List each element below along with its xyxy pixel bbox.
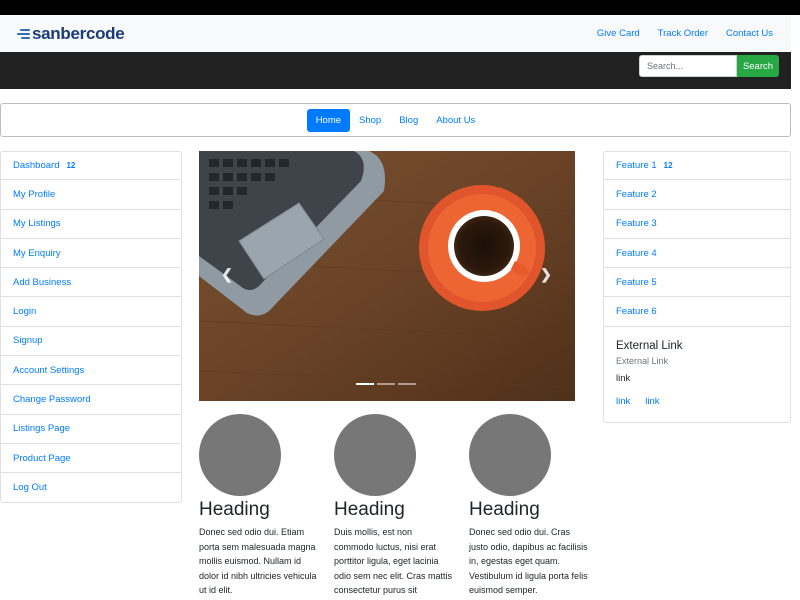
sidebar-item-listings-page[interactable]: Listings Page: [0, 414, 182, 444]
carousel-indicator-2[interactable]: [377, 383, 395, 385]
right-item-label: Feature 2: [616, 188, 657, 200]
feature-text: Donec sed odio dui. Cras justo odio, dap…: [469, 527, 588, 595]
sidebar-item-product-page[interactable]: Product Page: [0, 443, 182, 474]
nav-blog[interactable]: Blog: [390, 109, 427, 132]
search-button[interactable]: Search: [737, 55, 779, 77]
image-carousel[interactable]: ❮ ❯: [199, 151, 575, 401]
top-link-track-order[interactable]: Track Order: [658, 28, 708, 39]
sidebar-item-label: My Enquiry: [13, 247, 61, 259]
sidebar-item-label: Product Page: [13, 452, 71, 464]
sidebar-item-label: Add Business: [13, 276, 72, 288]
card-link-1[interactable]: link: [616, 396, 630, 407]
right-item-feature-6[interactable]: Feature 6: [603, 297, 791, 327]
sidebar-item-label: My Listings: [13, 218, 61, 230]
feature-text: Duis mollis, est non commodo luctus, nis…: [334, 527, 453, 595]
sidebar-item-label: Log Out: [13, 481, 47, 493]
carousel-next-icon[interactable]: ❯: [538, 266, 554, 283]
right-item-feature-1[interactable]: Feature 1 12: [603, 151, 791, 181]
sidebar-item-label: Change Password: [13, 394, 91, 406]
sidebar-item-label: Listings Page: [13, 423, 71, 435]
right-item-label: Feature 1: [616, 160, 657, 172]
top-link-give-card[interactable]: Give Card: [597, 28, 640, 39]
right-sidebar: Feature 1 12 Feature 2 Feature 3 Feature…: [603, 151, 791, 423]
brand-logo[interactable]: sanbercode: [16, 24, 125, 44]
card-text: link: [616, 372, 631, 384]
card-subtitle: External Link: [616, 355, 669, 366]
sidebar-item-dashboard[interactable]: Dashboard 12: [0, 151, 182, 181]
count-badge: 12: [66, 161, 76, 171]
sidebar-item-label: Signup: [13, 335, 43, 347]
nav-shop[interactable]: Shop: [350, 109, 390, 132]
nav-home[interactable]: Home: [306, 108, 351, 132]
carousel-indicator-3[interactable]: [398, 383, 416, 385]
carousel-indicators: [356, 383, 416, 385]
right-item-feature-5[interactable]: Feature 5: [603, 268, 791, 298]
feature-text: Donec sed odio dui. Etiam porta sem male…: [199, 527, 317, 595]
main-nav: Home Shop Blog About Us: [0, 103, 791, 137]
sidebar-item-log-out[interactable]: Log Out: [0, 473, 182, 503]
nav-about-us[interactable]: About Us: [427, 109, 484, 132]
carousel-indicator-1[interactable]: [356, 383, 374, 385]
top-link-contact-us[interactable]: Contact Us: [726, 28, 773, 39]
card-link-2[interactable]: link: [645, 396, 659, 407]
feature-column-1: Heading Donec sed odio dui. Etiam porta …: [199, 414, 319, 598]
feature-heading: Heading: [334, 499, 405, 520]
right-item-label: Feature 6: [616, 306, 657, 318]
feature-column-2: Heading Duis mollis, est non commodo luc…: [334, 414, 454, 598]
count-badge: 12: [663, 161, 673, 171]
sidebar-item-label: Dashboard: [13, 160, 60, 172]
feature-heading: Heading: [199, 499, 270, 520]
sidebar-item-label: Account Settings: [13, 364, 85, 376]
search-input[interactable]: [639, 55, 737, 77]
placeholder-circle-image: [334, 414, 416, 496]
sidebar-item-my-profile[interactable]: My Profile: [0, 180, 182, 210]
top-links: Give Card Track Order Contact Us: [597, 28, 773, 39]
feature-heading: Heading: [469, 499, 540, 520]
right-item-feature-2[interactable]: Feature 2: [603, 180, 791, 210]
right-item-label: Feature 4: [616, 247, 657, 259]
card-links: link link: [616, 396, 778, 407]
right-item-label: Feature 5: [616, 276, 657, 288]
placeholder-circle-image: [199, 414, 281, 496]
sidebar-item-login[interactable]: Login: [0, 297, 182, 327]
sidebar-item-label: My Profile: [13, 188, 56, 200]
sidebar-item-account-settings[interactable]: Account Settings: [0, 356, 182, 386]
external-link-card: External Link External Link link link li…: [603, 326, 791, 423]
sidebar-item-my-enquiry[interactable]: My Enquiry: [0, 238, 182, 269]
brand-name: sanbercode: [32, 24, 125, 43]
carousel-slide-image: [199, 151, 575, 401]
sidebar-item-add-business[interactable]: Add Business: [0, 268, 182, 298]
sidebar-item-change-password[interactable]: Change Password: [0, 385, 182, 415]
sidebar-item-signup[interactable]: Signup: [0, 326, 182, 357]
sidebar-item-label: Login: [13, 306, 37, 318]
logo-speed-lines-icon: [16, 28, 32, 40]
sidebar-item-my-listings[interactable]: My Listings: [0, 209, 182, 239]
placeholder-circle-image: [469, 414, 551, 496]
right-item-label: Feature 3: [616, 218, 657, 230]
feature-column-3: Heading Donec sed odio dui. Cras justo o…: [469, 414, 589, 598]
right-item-feature-4[interactable]: Feature 4: [603, 238, 791, 269]
card-title: External Link: [616, 339, 683, 352]
top-black-strip: [0, 0, 800, 15]
left-sidebar: Dashboard 12 My Profile My Listings My E…: [0, 151, 182, 503]
carousel-prev-icon[interactable]: ❮: [219, 266, 235, 283]
brand-bar: sanbercode Give Card Track Order Contact…: [0, 15, 791, 52]
right-item-feature-3[interactable]: Feature 3: [603, 209, 791, 239]
